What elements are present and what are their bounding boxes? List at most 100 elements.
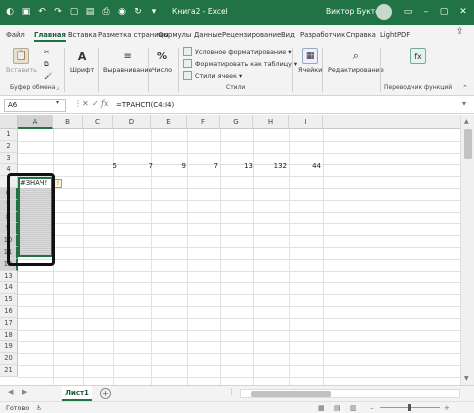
enter-icon[interactable]: ✓ — [92, 99, 99, 108]
row-header-13[interactable]: 13 — [0, 270, 18, 283]
column-header-a[interactable]: A — [18, 115, 53, 129]
accessibility-icon[interactable]: ♿ — [36, 404, 42, 412]
copy-icon[interactable]: ⧉ — [44, 60, 49, 69]
tab-view[interactable]: Вид — [281, 28, 295, 42]
select-all-corner[interactable] — [0, 115, 18, 129]
row-header-14[interactable]: 14 — [0, 282, 18, 295]
customize-icon[interactable]: ▾ — [148, 6, 160, 18]
zoom-out-icon[interactable]: – — [370, 404, 374, 412]
close-icon[interactable]: ✕ — [455, 4, 471, 20]
add-sheet-icon[interactable]: + — [100, 388, 111, 399]
editing-button[interactable]: ⌕ Редактирование — [328, 48, 384, 74]
format-painter-icon[interactable]: 🖌 — [44, 72, 52, 80]
column-header-b[interactable]: B — [53, 115, 83, 129]
column-header-h[interactable]: H — [253, 115, 289, 129]
cut-icon[interactable]: ✂ — [44, 48, 49, 56]
chevron-down-icon[interactable]: ▾ — [56, 99, 59, 106]
page-layout-view-icon[interactable]: ▤ — [334, 404, 341, 412]
worksheet-grid[interactable]: A B C D E F G H I 1 2 3 4 5 6 7 8 9 10 11 12 13 14 15 1… — [0, 115, 474, 385]
cancel-icon[interactable]: ✕ — [82, 99, 89, 108]
hscroll-thumb[interactable] — [251, 391, 331, 397]
maximize-icon[interactable]: ▢ — [436, 4, 452, 20]
clipboard-launcher-icon[interactable]: ⌟ — [56, 84, 59, 91]
tab-insert[interactable]: Вставка — [68, 28, 97, 42]
tab-review[interactable]: Рецензирование — [222, 28, 281, 42]
column-header-e[interactable]: E — [151, 115, 187, 129]
formula-input[interactable]: =ТРАНСП(C4:I4) — [116, 99, 174, 112]
zoom-in-icon[interactable]: + — [444, 404, 450, 412]
ribbon-display-icon[interactable]: ▭ — [400, 4, 416, 20]
row-header-17[interactable]: 17 — [0, 317, 18, 330]
print-icon[interactable]: ⎙ — [100, 6, 112, 18]
redo2-icon[interactable]: ↻ — [132, 6, 144, 18]
avatar[interactable] — [376, 4, 392, 20]
tab-help[interactable]: Справка — [346, 28, 376, 42]
share-icon[interactable]: ⇪ — [456, 27, 470, 41]
font-button[interactable]: A Шрифт — [70, 48, 94, 75]
cell-styles-button[interactable]: Стили ячеек ▾ — [183, 71, 242, 80]
column-header-g[interactable]: G — [220, 115, 253, 129]
page-break-view-icon[interactable]: ▥ — [350, 404, 357, 412]
conditional-formatting-button[interactable]: Условное форматирование ▾ — [183, 47, 291, 56]
cell-g4[interactable]: 13 — [221, 162, 253, 170]
row-header-2[interactable]: 2 — [0, 140, 18, 153]
redo-icon[interactable]: ↷ — [52, 6, 64, 18]
open-icon[interactable]: ▤ — [84, 6, 96, 18]
cell-d4[interactable]: 7 — [120, 162, 153, 170]
alignment-label: Выравнивание — [103, 66, 153, 74]
ribbon-tabs: Файл Главная Вставка Разметка страницы Ф… — [0, 25, 474, 44]
minimize-icon[interactable]: – — [418, 4, 434, 20]
column-header-d[interactable]: D — [113, 115, 151, 129]
next-sheet-icon[interactable]: ▶ — [22, 388, 27, 396]
format-as-table-button[interactable]: Форматировать как таблицу ▾ — [183, 59, 297, 68]
save-icon[interactable]: ▣ — [20, 6, 32, 18]
zoom-slider-knob[interactable] — [408, 404, 411, 411]
column-header-i[interactable]: I — [289, 115, 323, 129]
tab-file[interactable]: Файл — [6, 28, 25, 42]
row-header-1[interactable]: 1 — [0, 129, 18, 141]
tab-developer[interactable]: Разработчик — [300, 28, 345, 42]
number-button[interactable]: % Число — [152, 48, 172, 75]
function-translator-button[interactable]: fx — [410, 48, 426, 66]
cell-c4[interactable]: 5 — [90, 162, 117, 170]
tab-formulas[interactable]: Формулы — [158, 28, 191, 42]
normal-view-icon[interactable]: ▦ — [318, 404, 325, 412]
prev-sheet-icon[interactable]: ◀ — [8, 388, 13, 396]
scroll-up-icon[interactable]: ▲ — [464, 118, 469, 125]
sheet-tab-list1[interactable]: Лист1 — [62, 386, 92, 401]
cell-f4[interactable]: 7 — [188, 162, 218, 170]
vertical-scrollbar[interactable]: ▲ ▼ — [460, 115, 474, 385]
tab-data[interactable]: Данные — [194, 28, 222, 42]
paste-button[interactable]: 📋 Вставить — [6, 48, 37, 74]
cell-h4[interactable]: 132 — [254, 162, 287, 170]
row-header-3[interactable]: 3 — [0, 152, 18, 165]
column-header-f[interactable]: F — [187, 115, 220, 129]
tab-home[interactable]: Главная — [34, 28, 66, 42]
more-options-icon[interactable]: ⋮ — [74, 99, 82, 108]
undo-icon[interactable]: ↶ — [36, 6, 48, 18]
scroll-thumb[interactable] — [464, 129, 472, 159]
autosave-toggle-icon[interactable]: ◐ — [4, 6, 16, 18]
cell-i4[interactable]: 44 — [290, 162, 321, 170]
column-header-c[interactable]: C — [83, 115, 113, 129]
camera-icon[interactable]: ◉ — [116, 6, 128, 18]
tab-split-icon[interactable]: ⋮ — [228, 388, 235, 396]
cell-e4[interactable]: 9 — [155, 162, 186, 170]
cells-button[interactable]: ▦ Ячейки — [298, 48, 322, 74]
collapse-ribbon-icon[interactable]: ⌃ — [462, 84, 468, 92]
row-header-18[interactable]: 18 — [0, 329, 18, 342]
row-header-15[interactable]: 15 — [0, 294, 18, 306]
insert-function-icon[interactable]: fx — [101, 99, 108, 108]
row-header-16[interactable]: 16 — [0, 306, 18, 318]
expand-formula-bar-icon[interactable]: ▾ — [462, 99, 466, 108]
tab-lightpdf[interactable]: LightPDF — [380, 28, 410, 42]
horizontal-scrollbar[interactable] — [240, 389, 460, 398]
row-header-20[interactable]: 20 — [0, 353, 18, 365]
new-icon[interactable]: ▢ — [68, 6, 80, 18]
row-header-21[interactable]: 21 — [0, 365, 18, 377]
clipboard-icon: 📋 — [13, 48, 30, 64]
error-warning-icon[interactable]: ! — [54, 179, 62, 188]
row-header-19[interactable]: 19 — [0, 341, 18, 354]
scroll-down-icon[interactable]: ▼ — [464, 375, 469, 382]
alignment-button[interactable]: ≡ Выравнивание — [103, 48, 153, 75]
